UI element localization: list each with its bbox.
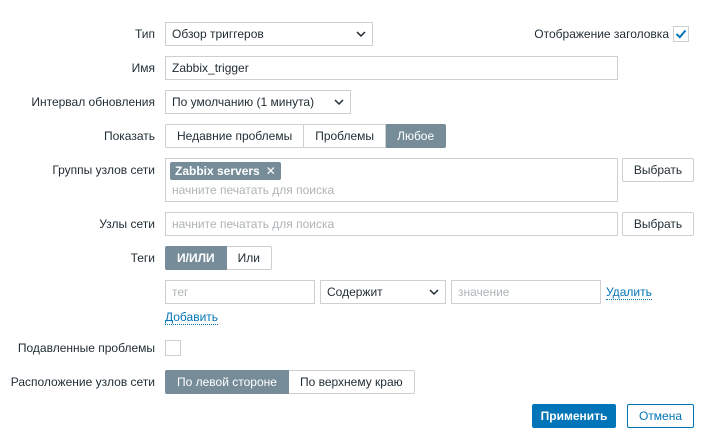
remove-chip-icon[interactable]: ✕ bbox=[266, 164, 276, 178]
show-header-label: Отображение заголовка bbox=[534, 27, 669, 41]
tags-label: Теги bbox=[130, 251, 155, 265]
show-option-problems[interactable]: Проблемы bbox=[304, 124, 387, 148]
tag-value-placeholder: значение bbox=[458, 285, 510, 299]
tag-operator-select[interactable]: Содержит bbox=[320, 280, 446, 304]
hosts-label: Узлы сети bbox=[99, 217, 155, 231]
hosts-input[interactable]: начните печатать для поиска bbox=[165, 212, 618, 236]
name-input[interactable]: Zabbix_trigger bbox=[165, 56, 618, 80]
refresh-select[interactable]: По умолчанию (1 минута) bbox=[165, 90, 351, 114]
tags-option-and-or[interactable]: И/ИЛИ bbox=[165, 246, 227, 270]
tag-remove-link[interactable]: Удалить bbox=[606, 285, 652, 300]
hosts-location-top[interactable]: По верхнему краю bbox=[288, 370, 415, 394]
host-group-chip: Zabbix servers ✕ bbox=[170, 162, 281, 180]
name-input-value: Zabbix_trigger bbox=[172, 61, 249, 75]
tag-name-placeholder: тег bbox=[172, 285, 189, 299]
tag-value-input[interactable]: значение bbox=[451, 280, 601, 304]
hosts-location-control: По левой стороне По верхнему краю bbox=[165, 370, 415, 394]
type-select-value: Обзор триггеров bbox=[172, 27, 264, 41]
host-groups-select-button[interactable]: Выбрать bbox=[622, 158, 694, 182]
apply-button[interactable]: Применить bbox=[532, 404, 616, 428]
chevron-down-icon bbox=[334, 99, 344, 106]
hosts-location-left[interactable]: По левой стороне bbox=[165, 370, 289, 394]
tag-operator-value: Содержит bbox=[327, 285, 383, 299]
host-groups-label: Группы узлов сети bbox=[52, 163, 155, 177]
cancel-button[interactable]: Отмена bbox=[627, 404, 694, 428]
show-option-recent[interactable]: Недавние проблемы bbox=[165, 124, 305, 148]
show-segmented-control: Недавние проблемы Проблемы Любое bbox=[165, 124, 447, 148]
refresh-label: Интервал обновления bbox=[31, 95, 155, 109]
name-label: Имя bbox=[131, 61, 155, 75]
suppressed-checkbox[interactable] bbox=[165, 340, 181, 356]
type-select[interactable]: Обзор триггеров bbox=[165, 22, 373, 46]
hosts-select-button[interactable]: Выбрать bbox=[622, 212, 694, 236]
tag-add-link[interactable]: Добавить bbox=[165, 310, 219, 325]
tags-option-or[interactable]: Или bbox=[226, 246, 272, 270]
host-group-chip-label: Zabbix servers bbox=[175, 164, 260, 178]
show-option-any[interactable]: Любое bbox=[386, 124, 447, 148]
suppressed-label: Подавленные проблемы bbox=[17, 341, 155, 355]
show-header-checkbox[interactable] bbox=[673, 26, 689, 42]
tag-name-input[interactable]: тег bbox=[165, 280, 315, 304]
hosts-location-label: Расположение узлов сети bbox=[10, 375, 155, 389]
chevron-down-icon bbox=[429, 289, 439, 296]
tags-operator-control: И/ИЛИ Или bbox=[165, 246, 272, 270]
show-label: Показать bbox=[103, 129, 155, 143]
host-groups-multiselect[interactable]: Zabbix servers ✕ начните печатать для пои… bbox=[165, 158, 618, 202]
chevron-down-icon bbox=[356, 31, 366, 38]
type-label: Тип bbox=[134, 27, 155, 41]
hosts-placeholder: начните печатать для поиска bbox=[172, 217, 335, 231]
refresh-select-value: По умолчанию (1 минута) bbox=[172, 95, 315, 109]
checkmark-icon bbox=[675, 29, 687, 39]
host-groups-placeholder: начните печатать для поиска bbox=[172, 183, 335, 197]
